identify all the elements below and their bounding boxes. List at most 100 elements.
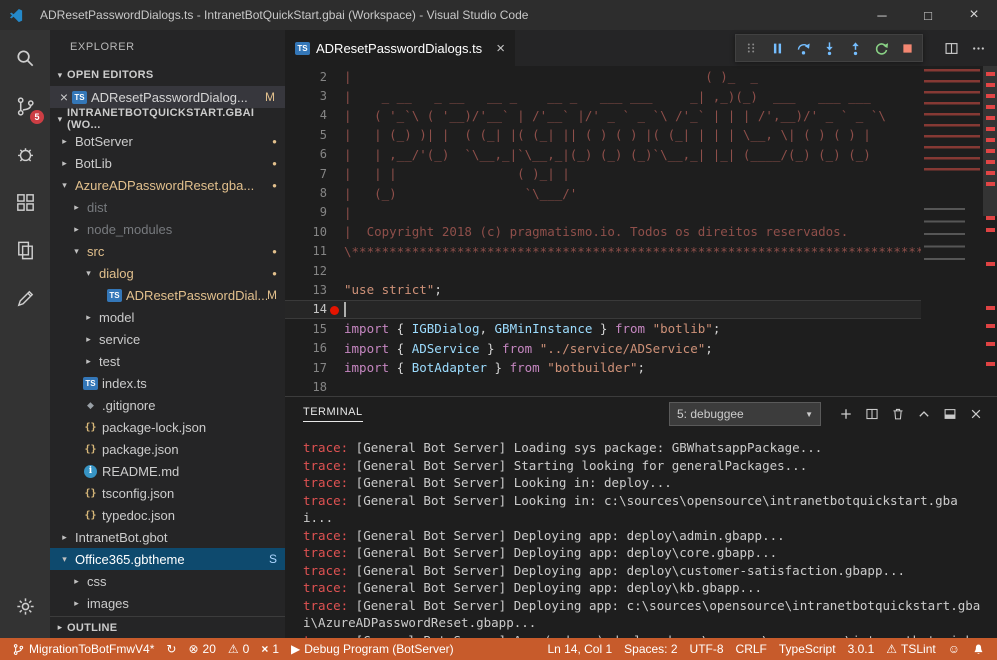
minimap[interactable] [921, 66, 983, 396]
breakpoint-margin[interactable] [327, 377, 344, 396]
activity-settings[interactable] [0, 582, 50, 630]
open-editors-header[interactable]: ▾ OPEN EDITORS [50, 64, 285, 86]
breakpoint-margin[interactable] [327, 280, 344, 299]
tree-item-tsconfig-json[interactable]: {}tsconfig.json [50, 482, 285, 504]
tree-item-src[interactable]: ▾src● [50, 240, 285, 262]
restart-button[interactable] [868, 35, 894, 61]
activity-extensions[interactable] [0, 178, 50, 226]
pause-button[interactable] [764, 35, 790, 61]
code-line-10[interactable]: 10| Copyright 2018 (c) pragmatismo.io. T… [285, 222, 921, 241]
breakpoint-margin[interactable] [327, 106, 344, 125]
tree-item-dist[interactable]: ▸dist [50, 196, 285, 218]
code-line-11[interactable]: 11\*************************************… [285, 242, 921, 261]
activity-files[interactable] [0, 226, 50, 274]
code-line-5[interactable]: 5| | (_) )| | ( (_| |( (_| || ( ) ( ) |(… [285, 125, 921, 144]
activity-source-control[interactable]: 5 [0, 82, 50, 130]
split-editor-button[interactable] [939, 36, 964, 60]
split-terminal-button[interactable] [859, 401, 885, 427]
breakpoint-margin[interactable] [327, 67, 344, 86]
code-line-8[interactable]: 8| (_) `\___/' | [285, 183, 921, 202]
line-number[interactable]: 10 [285, 225, 327, 239]
breakpoint-margin[interactable] [327, 319, 344, 338]
chevron-up-button[interactable] [911, 401, 937, 427]
error-count[interactable]: ⊗20 [182, 638, 221, 660]
breakpoint-margin[interactable] [327, 86, 344, 105]
tree-item-dialog[interactable]: ▾dialog● [50, 262, 285, 284]
language-mode[interactable]: TypeScript [773, 638, 842, 660]
notifications[interactable] [966, 638, 991, 660]
code-line-4[interactable]: 4| ( '_`\ ( '__)/'__` | /'__` |/' _ ` _ … [285, 106, 921, 125]
breakpoint-margin[interactable] [327, 358, 344, 377]
breakpoint-margin[interactable] [327, 125, 344, 144]
step-into-button[interactable] [816, 35, 842, 61]
breakpoint-margin[interactable] [327, 301, 344, 318]
tree-item-botlib[interactable]: ▸BotLib● [50, 152, 285, 174]
line-number[interactable]: 3 [285, 89, 327, 103]
line-number[interactable]: 16 [285, 341, 327, 355]
kill-terminal-button[interactable] [885, 401, 911, 427]
line-number[interactable]: 15 [285, 322, 327, 336]
indentation[interactable]: Spaces: 2 [618, 638, 683, 660]
tree-item-office365-gbtheme[interactable]: ▾Office365.gbthemeS [50, 548, 285, 570]
cursor-position[interactable]: Ln 14, Col 1 [541, 638, 618, 660]
breakpoint-margin[interactable] [327, 145, 344, 164]
eol[interactable]: CRLF [730, 638, 773, 660]
line-number[interactable]: 13 [285, 283, 327, 297]
line-number[interactable]: 9 [285, 205, 327, 219]
new-terminal-button[interactable] [833, 401, 859, 427]
encoding[interactable]: UTF-8 [684, 638, 730, 660]
breakpoint-margin[interactable] [327, 203, 344, 222]
tree-item-node-modules[interactable]: ▸node_modules [50, 218, 285, 240]
close-editor-icon[interactable]: × [56, 89, 72, 105]
tree-item-package-lock-json[interactable]: {}package-lock.json [50, 416, 285, 438]
code-line-7[interactable]: 7| | | ( )_| | | [285, 164, 921, 183]
breakpoint-margin[interactable] [327, 222, 344, 241]
step-out-button[interactable] [842, 35, 868, 61]
warning-count[interactable]: ⚠0 [222, 638, 255, 660]
line-number[interactable]: 7 [285, 167, 327, 181]
close-panel-button[interactable] [963, 401, 989, 427]
terminal-output[interactable]: trace: [General Bot Server] Loading sys … [285, 431, 997, 638]
tree-item-typedoc-json[interactable]: {}typedoc.json [50, 504, 285, 526]
breakpoint-margin[interactable] [327, 338, 344, 357]
tree-item-gitignore[interactable]: ◆.gitignore [50, 394, 285, 416]
tree-item-css[interactable]: ▸css [50, 570, 285, 592]
line-number[interactable]: 8 [285, 186, 327, 200]
line-number[interactable]: 2 [285, 70, 327, 84]
tree-item-service[interactable]: ▸service [50, 328, 285, 350]
tree-item-azureadpasswordreset-gba[interactable]: ▾AzureADPasswordReset.gba...● [50, 174, 285, 196]
extra-count[interactable]: ×1 [255, 638, 285, 660]
stop-button[interactable] [894, 35, 920, 61]
code-line-17[interactable]: 17import { BotAdapter } from "botbuilder… [285, 358, 921, 377]
outline-header[interactable]: ▸ OUTLINE [50, 616, 285, 638]
line-number[interactable]: 11 [285, 244, 327, 258]
code-line-13[interactable]: 13"use strict"; [285, 280, 921, 299]
code-line-15[interactable]: 15import { IGBDialog, GBMinInstance } fr… [285, 319, 921, 338]
debug-program[interactable]: ▶Debug Program (BotServer) [285, 638, 460, 660]
tree-item-test[interactable]: ▸test [50, 350, 285, 372]
line-number[interactable]: 6 [285, 147, 327, 161]
more-actions-button[interactable] [966, 36, 991, 60]
ts-version[interactable]: 3.0.1 [842, 638, 881, 660]
breakpoint-margin[interactable] [327, 183, 344, 202]
minimize-button[interactable]: ─ [859, 0, 905, 30]
line-number[interactable]: 17 [285, 361, 327, 375]
terminal-selector[interactable]: 5: debuggee ▼ [669, 402, 821, 426]
code-line-14[interactable]: 14 [285, 300, 921, 319]
tab-adresetpassworddialogs-ts[interactable]: TS ADResetPasswordDialogs.ts × [285, 30, 515, 66]
workspace-header[interactable]: ▾ INTRANETBOTQUICKSTART.GBAI (WO... [50, 108, 285, 130]
line-number[interactable]: 18 [285, 380, 327, 394]
code-lines[interactable]: 2| ( )_ _ |3| _ __ _ __ __ _ __ _ ___ __… [285, 67, 921, 396]
step-over-button[interactable] [790, 35, 816, 61]
tree-item-intranetbot-gbot[interactable]: ▸IntranetBot.gbot [50, 526, 285, 548]
activity-edit[interactable] [0, 274, 50, 322]
line-number[interactable]: 12 [285, 264, 327, 278]
tree-item-adresetpassworddial[interactable]: TSADResetPasswordDial...M [50, 284, 285, 306]
git-branch-status[interactable]: MigrationToBotFmwV4* [6, 638, 160, 660]
grip-button[interactable] [738, 35, 764, 61]
code-line-9[interactable]: 9| | [285, 203, 921, 222]
line-number[interactable]: 5 [285, 128, 327, 142]
feedback[interactable]: ☺ [942, 638, 966, 660]
close-button[interactable]: × [951, 0, 997, 30]
code-editor[interactable]: 2| ( )_ _ |3| _ __ _ __ __ _ __ _ ___ __… [285, 66, 997, 396]
